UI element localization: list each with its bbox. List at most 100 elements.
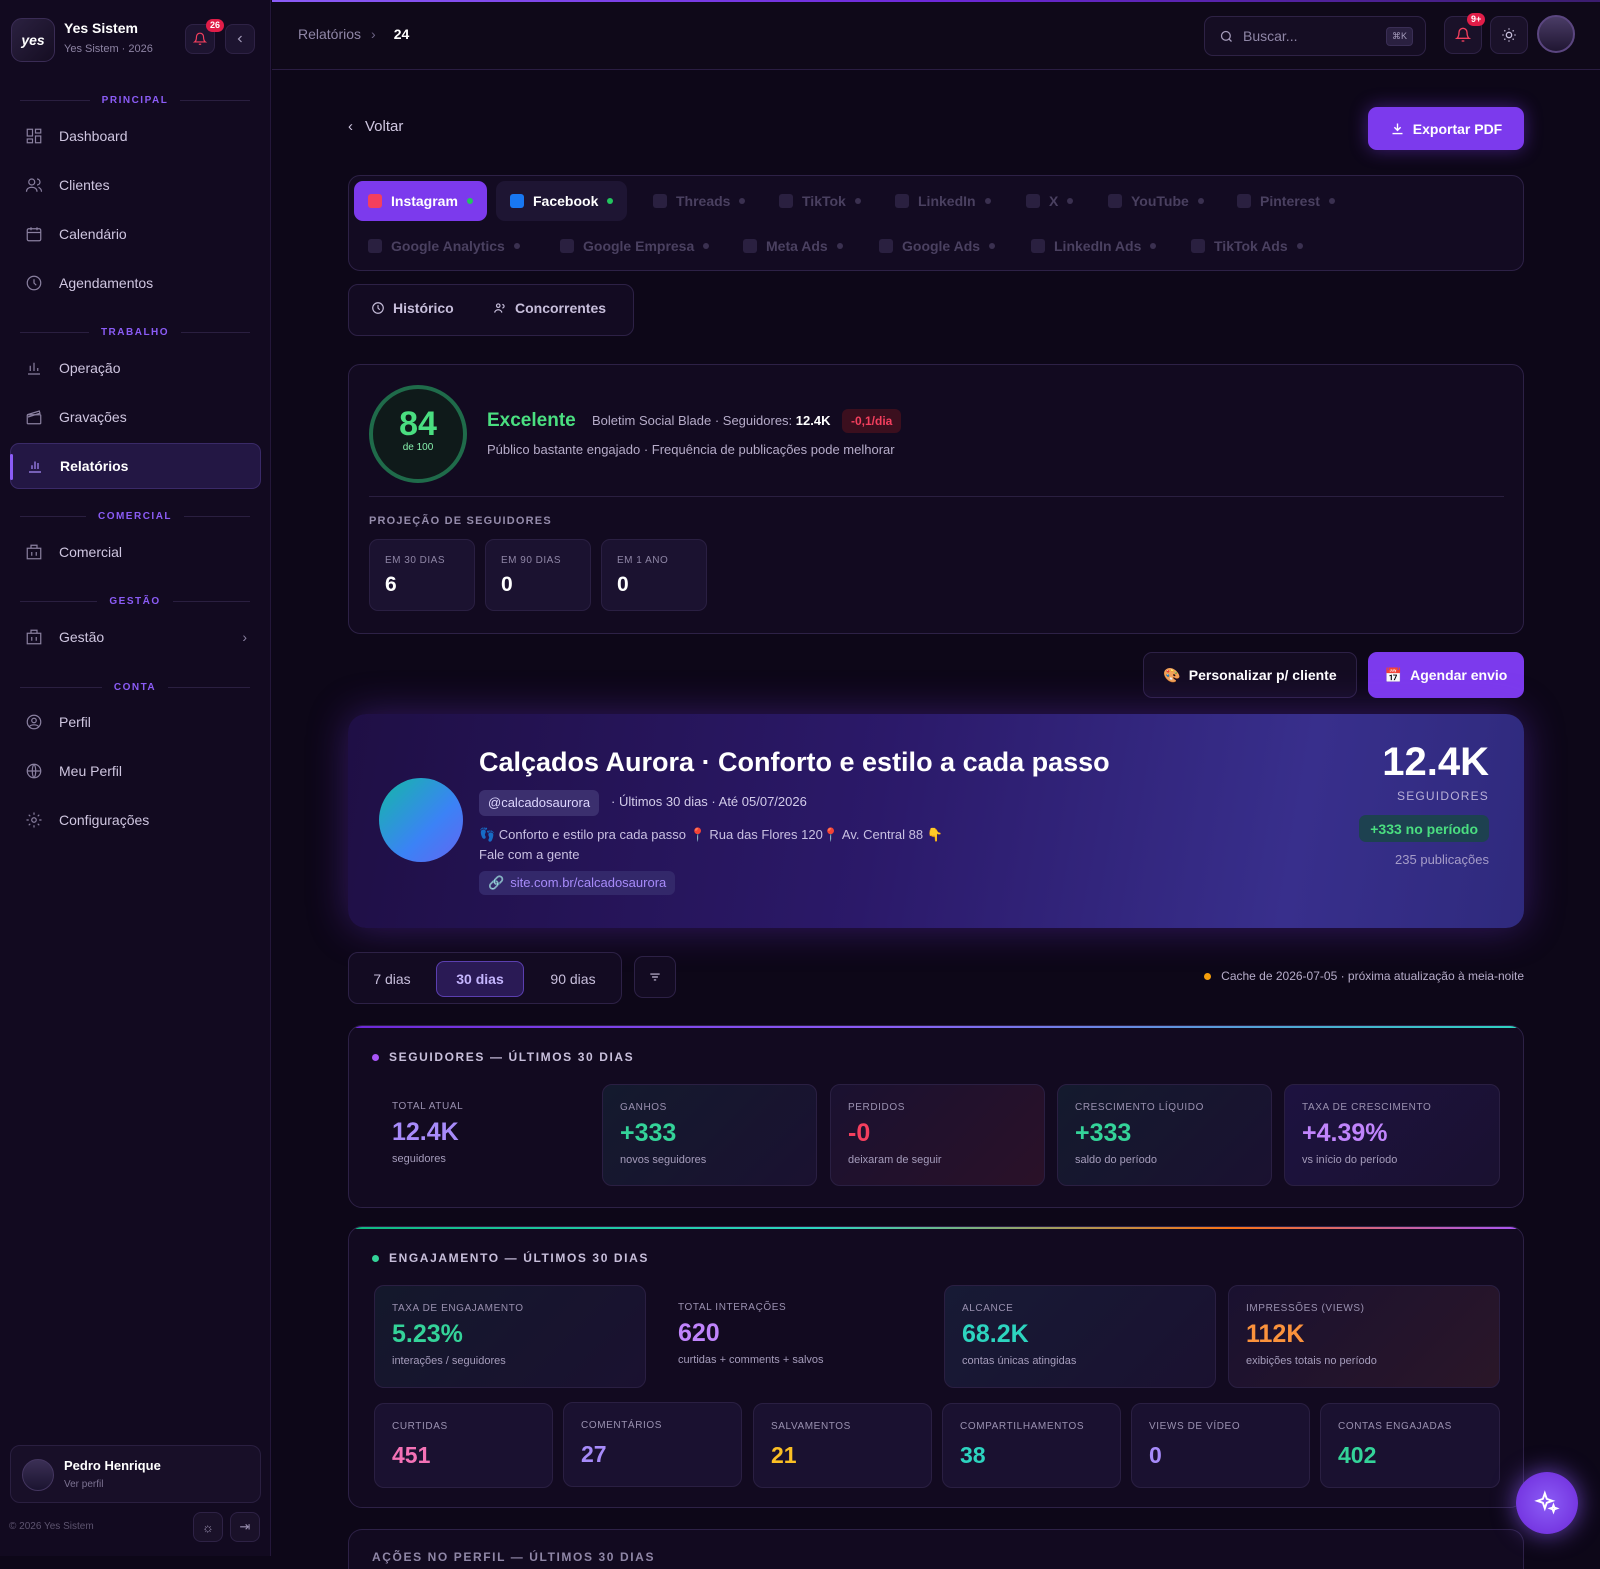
projection-label: EM 30 DIAS <box>385 555 446 566</box>
search-input[interactable]: Buscar... ⌘K <box>1204 16 1426 56</box>
tab-x[interactable]: X <box>1012 181 1087 221</box>
tab-meta-ads[interactable]: Meta Ads <box>729 226 857 266</box>
network-tabs: Instagram Facebook Threads TikTok Linked… <box>348 175 1524 271</box>
tab-pinterest[interactable]: Pinterest <box>1223 181 1349 221</box>
sidebar-notifications-button[interactable]: 26 <box>185 19 225 54</box>
tab-instagram[interactable]: Instagram <box>354 181 487 221</box>
tab-tiktok-ads[interactable]: TikTok Ads <box>1177 226 1317 266</box>
tab-linkedin[interactable]: LinkedIn <box>881 181 1005 221</box>
score-card: 84 de 100 Excelente Boletim Social Blade… <box>348 364 1524 634</box>
user-subtitle: Ver perfil <box>64 1479 104 1490</box>
metric-label: COMPARTILHAMENTOS <box>960 1421 1085 1432</box>
profile-meta: · Últimos 30 dias · Até 05/07/2026 <box>611 794 807 809</box>
export-pdf-button[interactable]: Exportar PDF <box>1368 107 1524 150</box>
chevron-right-icon: › <box>242 629 247 645</box>
filter-button[interactable] <box>634 956 676 998</box>
status-dot <box>607 198 614 204</box>
metric-sub: saldo do período <box>1075 1154 1157 1166</box>
bar-chart-icon <box>29 461 41 473</box>
metric-value: 620 <box>678 1319 720 1347</box>
tab-label: Pinterest <box>1260 193 1320 209</box>
metric-likes: CURTIDAS 451 <box>374 1403 553 1488</box>
breadcrumb-root[interactable]: Relatórios <box>298 26 361 42</box>
facebook-icon <box>510 194 524 208</box>
tab-youtube[interactable]: YouTube <box>1094 181 1218 221</box>
tab-threads[interactable]: Threads <box>639 181 759 221</box>
download-icon <box>1392 123 1403 135</box>
ai-assistant-button[interactable] <box>1516 1472 1578 1534</box>
sidebar-item-relatorios[interactable]: Relatórios <box>10 443 261 489</box>
breadcrumb-separator: › <box>371 26 376 42</box>
building-icon <box>26 544 42 560</box>
profile-link[interactable]: 🔗 site.com.br/calcadosaurora <box>479 871 676 895</box>
projection-value: 0 <box>501 573 513 596</box>
profile-avatar <box>379 778 463 862</box>
status-dot <box>513 243 520 249</box>
period-90-days[interactable]: 90 dias <box>533 961 613 997</box>
period-7-days[interactable]: 7 dias <box>357 961 427 997</box>
sidebar-item-configuracoes[interactable]: Configurações <box>10 797 261 843</box>
metric-sub: curtidas + comments + salvos <box>678 1354 824 1366</box>
brand-logo[interactable]: yes <box>11 18 55 62</box>
user-circle-icon <box>26 714 42 730</box>
status-dot <box>989 243 996 249</box>
bell-icon <box>193 32 207 45</box>
instagram-icon <box>368 194 382 208</box>
bio-line: 👣 Conforto e estilo pra cada passo 📍 Rua… <box>479 827 943 842</box>
status-dot <box>1296 243 1303 249</box>
status-dot <box>739 198 746 204</box>
sidebar-item-agendamentos[interactable]: Agendamentos <box>10 260 261 306</box>
period-30-days[interactable]: 30 dias <box>436 961 524 997</box>
projection-label: EM 1 ANO <box>617 555 669 566</box>
tab-facebook[interactable]: Facebook <box>496 181 628 221</box>
sidebar-item-gravacoes[interactable]: Gravações <box>10 394 261 440</box>
sidebar-item-operacao[interactable]: Operação <box>10 345 261 391</box>
notifications-button[interactable]: 9+ <box>1444 13 1486 54</box>
tab-tiktok[interactable]: TikTok <box>765 181 875 221</box>
profile-handle[interactable]: @calcadosaurora <box>479 790 600 816</box>
tab-google-analytics[interactable]: Google Analytics <box>354 226 534 266</box>
schedule-send-button[interactable]: 📅 Agendar envio <box>1368 652 1524 698</box>
theme-toggle-button[interactable] <box>1490 16 1528 54</box>
status-dot <box>1150 243 1157 249</box>
period-selector: 7 dias 30 dias 90 dias <box>348 952 622 1004</box>
breadcrumb: Relatórios › 24 <box>298 26 409 42</box>
avatar[interactable] <box>1537 15 1575 53</box>
logout-button[interactable]: ⇥ <box>230 1512 260 1542</box>
personalize-button[interactable]: 🎨 Personalizar p/ cliente <box>1143 652 1357 698</box>
card-title: AÇÕES NO PERFIL — ÚLTIMOS 30 DIAS <box>372 1550 656 1564</box>
tab-historico[interactable]: Histórico <box>371 300 454 316</box>
tab-google-ads[interactable]: Google Ads <box>865 226 1009 266</box>
sidebar-item-clientes[interactable]: Clientes <box>10 162 261 208</box>
theme-toggle-button[interactable]: ☼ <box>193 1512 223 1542</box>
tab-linkedin-ads[interactable]: LinkedIn Ads <box>1017 226 1170 266</box>
metric-value: +333 <box>1075 1119 1132 1147</box>
building-icon <box>26 629 42 645</box>
status-dot <box>703 243 710 249</box>
sidebar-item-perfil[interactable]: Perfil <box>10 699 261 745</box>
button-label: Personalizar p/ cliente <box>1188 667 1337 683</box>
sidebar-item-comercial[interactable]: Comercial <box>10 529 261 575</box>
sidebar-item-label: Operação <box>59 360 121 376</box>
tab-google-empresa[interactable]: Google Empresa <box>546 226 723 266</box>
tab-concorrentes[interactable]: Concorrentes <box>493 300 606 316</box>
sidebar-item-label: Configurações <box>59 812 150 828</box>
tab-label: Google Empresa <box>583 238 695 254</box>
sidebar-item-calendario[interactable]: Calendário <box>10 211 261 257</box>
metric-label: CRESCIMENTO LÍQUIDO <box>1075 1102 1205 1113</box>
back-button[interactable]: ‹ Voltar <box>348 118 403 135</box>
metric-comments: COMENTÁRIOS 27 <box>563 1402 742 1487</box>
sidebar-item-meu-perfil[interactable]: Meu Perfil <box>10 748 261 794</box>
delta-badge: -0,1/dia <box>842 409 902 433</box>
gear-icon <box>26 812 42 828</box>
metric-value: +333 <box>620 1119 677 1147</box>
user-card[interactable]: Pedro Henrique Ver perfil <box>10 1445 261 1503</box>
clock-icon <box>372 302 384 314</box>
collapse-sidebar-button[interactable] <box>225 24 255 54</box>
sidebar-item-label: Perfil <box>59 714 91 730</box>
followers-count: 12.4K <box>1382 740 1489 784</box>
tab-label: TikTok <box>802 193 846 209</box>
sidebar-item-gestao[interactable]: Gestão › <box>10 614 261 660</box>
metric-label: GANHOS <box>620 1102 667 1113</box>
sidebar-item-dashboard[interactable]: Dashboard <box>10 113 261 159</box>
